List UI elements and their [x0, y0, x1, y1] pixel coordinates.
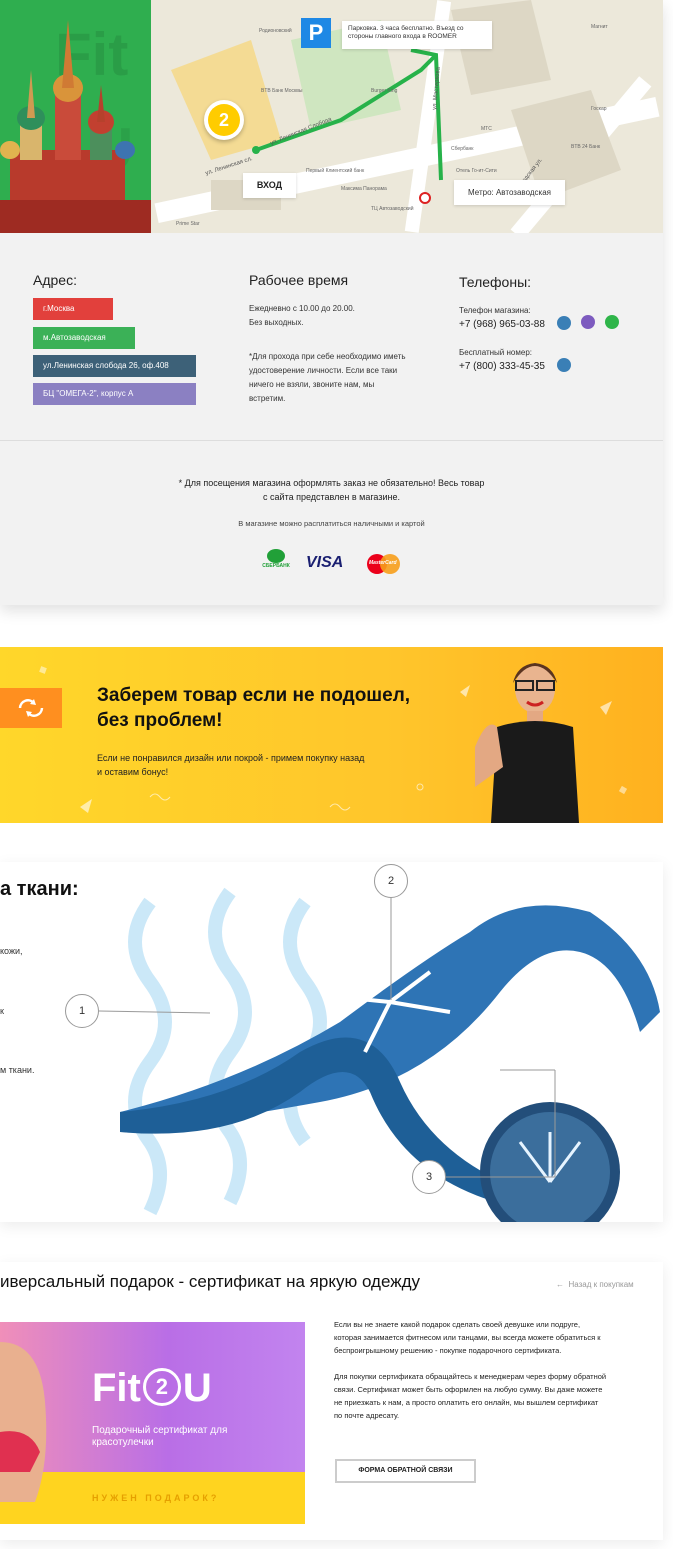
store-notice: * Для посещения магазина оформлять заказ…	[0, 476, 663, 504]
hours-note-4: встретим.	[249, 394, 286, 403]
shop-phone-number[interactable]: +7 (968) 965-03-88	[459, 319, 545, 330]
viber-icon[interactable]	[581, 315, 595, 329]
return-policy-banner: Заберем товар если не подошел, без пробл…	[0, 647, 663, 823]
map-poi: Burger King	[371, 88, 398, 94]
parking-icon: P	[301, 18, 331, 48]
mc-label: MasterCard	[369, 560, 397, 566]
moscow-image-panel: Fit U	[0, 0, 151, 233]
fabric-illustration	[98, 887, 660, 1222]
free-phone-number[interactable]: +7 (800) 333-45-35	[459, 361, 545, 372]
callout-3: 3	[412, 1160, 446, 1194]
map-poi: ТЦ Автозаводский	[371, 205, 414, 212]
metro-label: Метро: Автозаводская	[454, 180, 565, 205]
hours-note-1: *Для прохода при себе необходимо иметь	[249, 352, 406, 361]
gift-title: иверсальный подарок - сертификат на ярку…	[0, 1272, 421, 1291]
banner-headline-2: без проблем!	[97, 710, 223, 731]
cert-line-2: красотулечки	[92, 1437, 154, 1448]
banner-text: Если не понравился дизайн или покрой - п…	[97, 751, 364, 779]
certificate-card[interactable]: Fit 2 U Подарочный сертификат для красотул…	[0, 1322, 305, 1524]
model-photo	[475, 663, 579, 823]
map-poi: Максима Панорама	[341, 186, 387, 192]
parking-tooltip: Парковка. 3 часа бесплатно. Въезд со сто…	[342, 21, 492, 49]
banner-text-1: Если не понравился дизайн или покрой - п…	[97, 753, 365, 763]
hours-line-2: Без выходных.	[249, 318, 304, 327]
store-info-section: Fit U	[0, 0, 663, 605]
gift-p2-line-2: связи. Сертификат может быть оформлен на…	[334, 1385, 603, 1394]
arrow-left-icon: ←	[556, 1280, 569, 1289]
fabric-technology-section: а ткани: кожи, к м ткани. 1 2 3	[0, 862, 663, 1222]
address-chip-city: г.Москва	[33, 298, 113, 320]
phone-icon[interactable]	[557, 358, 571, 372]
divider	[0, 440, 663, 441]
logo-part-b: U	[182, 1366, 212, 1410]
address-chip-metro: м.Автозаводская	[33, 327, 135, 349]
model-image	[0, 1342, 47, 1502]
phone-icon[interactable]	[557, 316, 571, 330]
logo-part-a: Fit	[92, 1366, 141, 1410]
callout-2: 2	[374, 864, 408, 898]
location-map[interactable]: ул. Ленинская сл. ул. Ленинская Слобода …	[151, 0, 663, 233]
map-poi: Магнит	[591, 24, 608, 30]
pin-number: 2	[208, 104, 240, 136]
banner-headline-1: Заберем товар если не подошел,	[97, 685, 411, 706]
entrance-label: ВХОД	[243, 173, 296, 198]
gift-p1-line-1: Если вы не знаете какой подарок сделать …	[334, 1320, 581, 1329]
address-title: Адрес:	[33, 272, 77, 288]
gift-p1-line-2: которая занимается фитнесом или танцами,…	[334, 1333, 601, 1342]
whatsapp-icon[interactable]	[605, 315, 619, 329]
hours-title: Рабочее время	[249, 272, 349, 288]
need-gift-cta[interactable]: НУЖЕН ПОДАРОК?	[92, 1493, 219, 1503]
banner-text-2: и оставим бонус!	[97, 767, 169, 777]
address-chip-street: ул.Ленинская слобода 26, оф.408	[33, 355, 196, 377]
notice-line-1: * Для посещения магазина оформлять заказ…	[178, 478, 485, 488]
cathedral-illustration: Fit U	[0, 20, 151, 233]
certificate-subtitle: Подарочный сертификат для красотулечки	[92, 1425, 227, 1449]
metro-icon	[419, 192, 431, 204]
gift-certificate-section: иверсальный подарок - сертификат на ярку…	[0, 1262, 663, 1540]
back-to-shopping-link[interactable]: ← Назад к покупкам	[556, 1280, 634, 1289]
back-link-label: Назад к покупкам	[568, 1280, 634, 1289]
mastercard-logo: MasterCard	[367, 554, 401, 574]
shop-phone-label: Телефон магазина:	[459, 306, 531, 315]
map-poi: Родионовский	[259, 27, 292, 34]
map-poi: Госкар	[591, 106, 607, 112]
cert-line-1: Подарочный сертификат для	[92, 1425, 228, 1436]
hours-line-1: Ежедневно с 10.00 до 20.00.	[249, 304, 355, 313]
callout-1: 1	[65, 994, 99, 1028]
map-poi: Сбербанк	[451, 146, 474, 152]
map-poi: МТС	[481, 126, 492, 132]
address-chip-building: БЦ "ОМЕГА-2", корпус А	[33, 383, 196, 405]
fit2u-logo: Fit 2 U	[92, 1368, 212, 1408]
gift-description: Если вы не знаете какой подарок сделать …	[334, 1318, 606, 1422]
map-poi: BTB 24 Банк	[571, 144, 601, 150]
feedback-form-button[interactable]: ФОРМА ОБРАТНОЙ СВЯЗИ	[335, 1459, 476, 1483]
free-phone-label: Бесплатный номер:	[459, 348, 532, 357]
route-start-marker	[252, 146, 260, 154]
gift-p2-line-4: по почте адресату.	[334, 1411, 400, 1420]
hours-note-3: ничего не взяли, звоните нам, мы	[249, 380, 375, 389]
phones-title: Телефоны:	[459, 274, 532, 290]
map-poi: BTB Банк Москвы	[261, 88, 303, 94]
map-poi: Первый Клиентский банк	[306, 167, 365, 174]
return-badge	[0, 688, 62, 728]
sber-label: СБЕРБАНК	[262, 563, 290, 569]
hours-note-2: удостоверение личности. Если все таки	[249, 366, 398, 375]
banner-headline: Заберем товар если не подошел, без пробл…	[97, 683, 410, 733]
map-poi: Отель Го-ит-Сити	[456, 168, 497, 174]
visa-logo: VISA	[306, 554, 344, 571]
location-pin-marker[interactable]: 2	[204, 100, 244, 140]
gift-p2-line-1: Для покупки сертификата обращайтесь к ме…	[334, 1372, 607, 1381]
map-poi: Prime Star	[176, 221, 200, 227]
sberbank-logo: СБЕРБАНК	[258, 549, 294, 579]
notice-line-2: с сайта представлен в магазине.	[263, 492, 400, 502]
gift-p2-line-3: не приезжать к нам, а просто оплатить ег…	[334, 1398, 599, 1407]
logo-number: 2	[142, 1368, 181, 1406]
gift-p1-line-3: беспроигрышному решению - покупке подаро…	[334, 1346, 562, 1355]
refresh-icon	[18, 699, 44, 717]
payment-note: В магазине можно расплатиться наличными …	[238, 519, 425, 528]
